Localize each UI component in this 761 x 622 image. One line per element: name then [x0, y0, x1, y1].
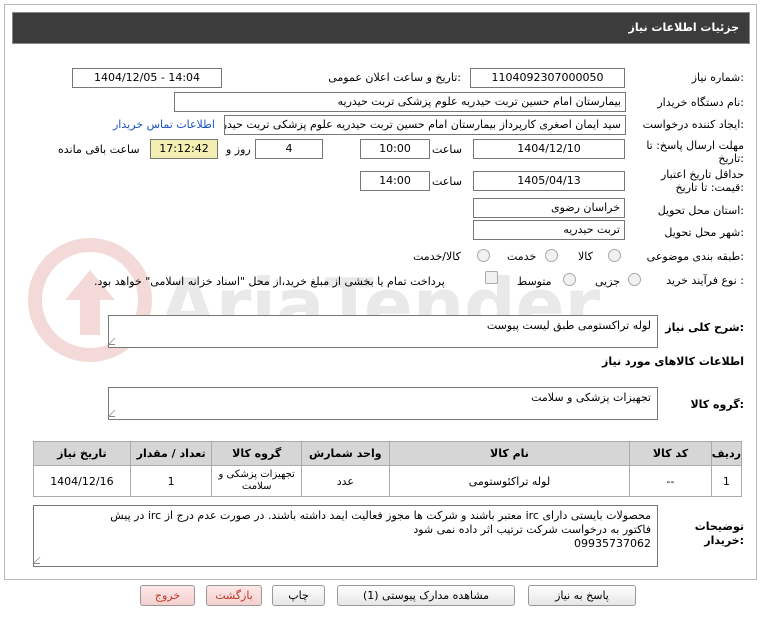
creator-label: ایجاد کننده درخواست:	[642, 118, 744, 131]
exit-button[interactable]: خروج	[140, 585, 195, 606]
goods-group-label: گروه کالا:	[690, 398, 744, 411]
cell-group: تجهیزات پزشکی و سلامت	[211, 465, 302, 497]
buyer-label: نام دستگاه خریدار:	[657, 96, 744, 109]
contact-buyer-link[interactable]: اطلاعات تماس خریدار	[113, 118, 215, 131]
summary-text: لوله تراکستومی طبق لیست پیوست	[486, 319, 651, 332]
process-option-minor: جزیی	[595, 275, 621, 288]
category-label: طبقه بندی موضوعی:	[646, 250, 744, 263]
validity-time-field[interactable]: 14:00	[360, 171, 430, 191]
col-row: ردیف	[710, 441, 743, 466]
deadline-time-label: ساعت	[432, 143, 462, 156]
table-row[interactable]: 1 -- لوله تراکئوستومی عدد تجهیزات پزشکی …	[33, 465, 743, 497]
items-table: ردیف کد کالا نام کالا واحد شمارش گروه کا…	[33, 441, 743, 497]
category-option-goods: کالا	[578, 250, 593, 263]
province-label: استان محل تحویل:	[657, 204, 744, 217]
attachments-button[interactable]: مشاهده مدارک پیوستی (1)	[337, 585, 515, 606]
need-number-field[interactable]: 1104092307000050	[470, 68, 625, 88]
resize-grip-icon[interactable]	[32, 557, 47, 564]
goods-info-title: اطلاعات کالاهای مورد نیاز	[602, 355, 744, 368]
deadline-time-field[interactable]: 10:00	[360, 139, 430, 159]
col-name: نام کالا	[388, 441, 631, 466]
col-code: کد کالا	[629, 441, 712, 466]
city-label: شهر محل تحویل:	[664, 226, 744, 239]
category-option-both: کالا/خدمت	[413, 250, 461, 263]
validity-label: حداقل تاریخ اعتبار	[660, 168, 744, 181]
cell-qty: 1	[129, 465, 213, 497]
creator-field[interactable]: سید ایمان اصغری کارپرداز بیمارستان امام …	[224, 115, 626, 135]
category-option-service: خدمت	[507, 250, 537, 263]
remaining-label: ساعت باقی مانده	[58, 143, 140, 156]
process-radio-medium[interactable]	[563, 273, 576, 286]
category-radio-goods[interactable]	[608, 249, 621, 262]
cell-unit: عدد	[300, 465, 390, 497]
col-unit: واحد شمارش	[300, 441, 390, 466]
buyer-notes-label: توضیحات	[694, 520, 744, 533]
summary-label: شرح کلی نیاز:	[665, 321, 744, 334]
cell-name: لوله تراکئوستومی	[388, 465, 631, 497]
resize-grip-icon[interactable]	[107, 338, 122, 345]
treasury-note: پرداخت تمام یا بخشی از مبلغ خرید،از محل …	[94, 275, 445, 288]
cell-row: 1	[710, 465, 743, 497]
city-field[interactable]: تربت حیدریه	[473, 220, 625, 240]
announce-field[interactable]: 1404/12/05 - 14:04	[72, 68, 222, 88]
page-title: جزئیات اطلاعات نیاز	[628, 21, 740, 34]
validity-date-field[interactable]: 1405/04/13	[473, 171, 625, 191]
announce-label: تاریخ و ساعت اعلان عمومی:	[328, 71, 461, 84]
category-radio-both[interactable]	[477, 249, 490, 262]
process-radio-minor[interactable]	[628, 273, 641, 286]
print-button[interactable]: چاپ	[272, 585, 325, 606]
table-header-row: ردیف کد کالا نام کالا واحد شمارش گروه کا…	[33, 441, 743, 466]
days-label: روز و	[226, 143, 251, 156]
remaining-time-field: 17:12:42	[150, 139, 218, 159]
buyer-notes-line-2: فاکتور به درخواست شرکت ترتیب اثر داده نم…	[413, 523, 651, 536]
resize-grip-icon[interactable]	[107, 410, 122, 417]
validity-time-label: ساعت	[432, 175, 462, 188]
back-button[interactable]: بازگشت	[206, 585, 262, 606]
deadline-label-2: تاریخ:	[718, 152, 744, 165]
cell-code: --	[629, 465, 712, 497]
process-label: نوع فرآیند خرید :	[666, 274, 744, 287]
buyer-notes-line-1: محصولات بایستی دارای irc معتبر باشند و ش…	[110, 509, 651, 522]
category-radio-service[interactable]	[545, 249, 558, 262]
goods-group-text: تجهیزات پزشکی و سلامت	[531, 391, 651, 404]
validity-label-2: قیمت: تا تاریخ:	[675, 181, 744, 194]
deadline-label: مهلت ارسال پاسخ: تا	[646, 139, 744, 152]
goods-group-textarea[interactable]: تجهیزات پزشکی و سلامت	[107, 387, 658, 420]
treasury-checkbox[interactable]	[485, 271, 498, 284]
days-field[interactable]: 4	[255, 139, 323, 159]
process-option-medium: متوسط	[517, 275, 552, 288]
deadline-date-field[interactable]: 1404/12/10	[473, 139, 625, 159]
col-date: تاریخ نیاز	[33, 441, 131, 466]
province-field[interactable]: خراسان رضوی	[473, 198, 625, 218]
buyer-notes-line-3: 09935737062	[574, 537, 651, 550]
page-header: جزئیات اطلاعات نیاز	[12, 12, 750, 44]
need-number-label: شماره نیاز:	[691, 71, 744, 84]
summary-textarea[interactable]: لوله تراکستومی طبق لیست پیوست	[107, 315, 658, 348]
buyer-field[interactable]: بیمارستان امام حسین تربت حیدریه علوم پزش…	[174, 92, 626, 112]
buyer-notes-label-2: خریدار:	[704, 534, 744, 547]
reply-button[interactable]: پاسخ به نیاز	[528, 585, 636, 606]
buyer-notes-textarea[interactable]: محصولات بایستی دارای irc معتبر باشند و ش…	[32, 505, 658, 567]
col-qty: تعداد / مقدار	[129, 441, 213, 466]
col-group: گروه کالا	[211, 441, 302, 466]
cell-date: 1404/12/16	[33, 465, 131, 497]
